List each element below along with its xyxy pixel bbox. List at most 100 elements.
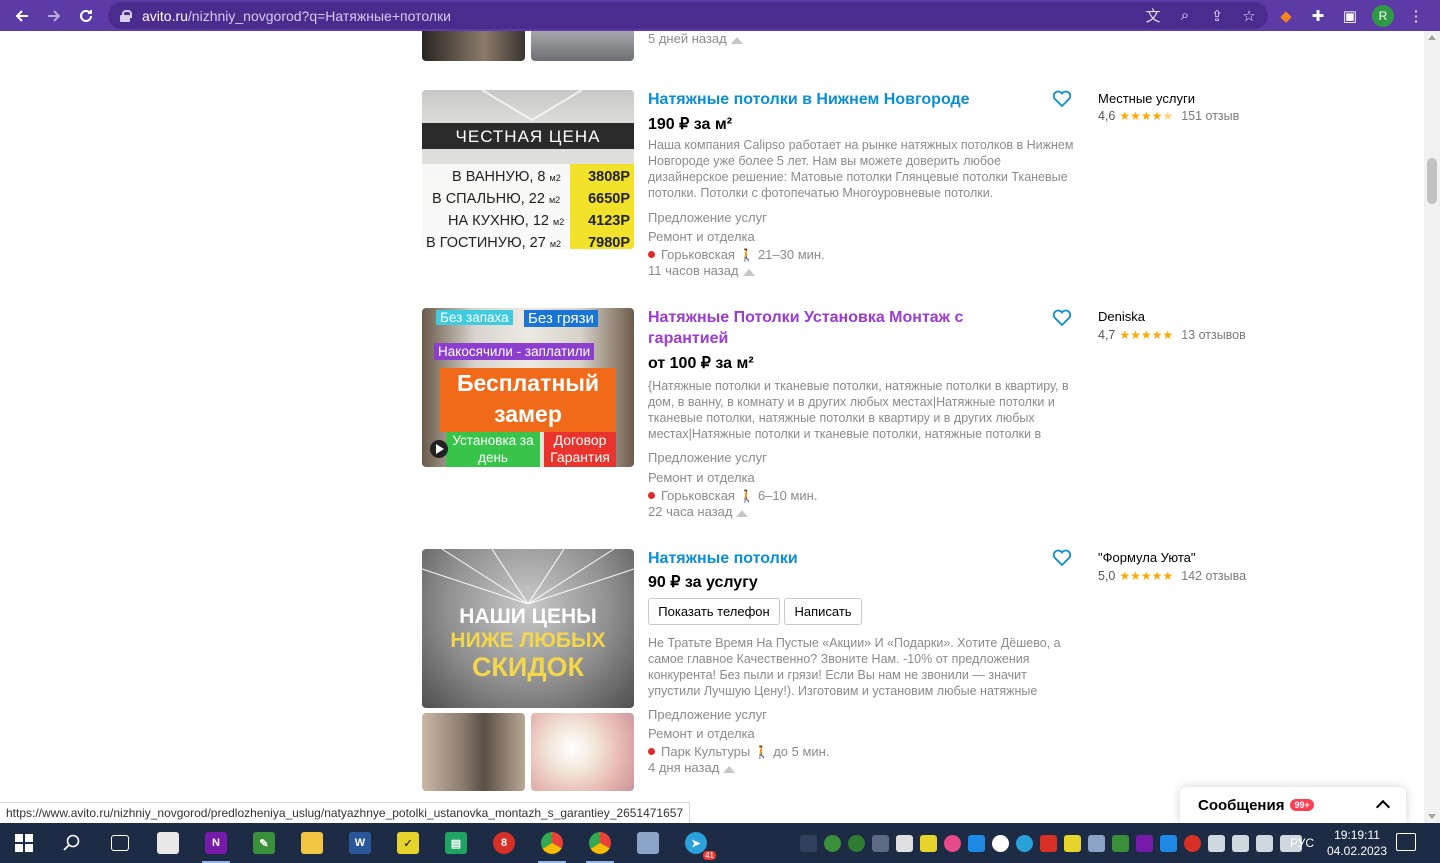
taskbar-app[interactable] [576, 823, 624, 863]
spreadsheet-editor-icon: ✎ [253, 832, 275, 854]
seller-name[interactable]: Deniska [1098, 309, 1145, 324]
favorite-heart-icon[interactable] [1052, 549, 1072, 567]
listing-image[interactable]: ЧЕСТНАЯ ЦЕНА В ВАННУЮ, 8 м2 3808Р В СПАЛЬ… [422, 90, 634, 249]
side-panel-icon[interactable]: ▣ [1340, 7, 1360, 25]
network-tray-icon[interactable] [1112, 834, 1129, 852]
profile-avatar[interactable]: R [1372, 4, 1394, 27]
review-count[interactable]: 142 отзыва [1181, 569, 1246, 583]
telegram-badge: 41 [703, 851, 716, 860]
write-message-button[interactable]: Написать [784, 598, 862, 625]
seller-name[interactable]: Местные услуги [1098, 91, 1195, 106]
wifi-tray-icon[interactable] [1232, 834, 1249, 852]
status-link-preview: https://www.avito.ru/nizhniy_novgorod/pr… [0, 802, 691, 823]
taskbar-app[interactable] [144, 823, 192, 863]
taskbar-app[interactable]: W [336, 823, 384, 863]
start-button[interactable] [0, 823, 48, 863]
row-price: 4123Р [588, 213, 630, 229]
page-content: 5 дней назад ЧЕСТНАЯ ЦЕНА В ВАННУЮ, 8 м2… [0, 31, 1424, 823]
notifications-icon[interactable] [1396, 833, 1416, 851]
scroll-down-arrow-icon[interactable] [1428, 814, 1436, 819]
app-tray-icon[interactable] [992, 834, 1009, 852]
listing-title-link[interactable]: Натяжные Потолки Установка Монтаж с гара… [648, 307, 998, 349]
task-view-button[interactable] [96, 823, 144, 863]
extensions-puzzle-icon[interactable]: ✚ [1308, 7, 1328, 25]
rating-stars-icon: ★★★★★ [1119, 109, 1174, 123]
video-play-icon[interactable] [430, 440, 448, 458]
lock-icon [120, 9, 132, 22]
listing-photo[interactable] [531, 713, 634, 791]
zoom-icon[interactable]: ⌕ [1176, 7, 1194, 24]
shield-tray-icon[interactable] [848, 834, 865, 852]
listing-photo[interactable] [422, 31, 525, 61]
search-button[interactable] [48, 823, 96, 863]
reload-button[interactable] [70, 0, 102, 31]
image-price-row: НА КУХНЮ, 12 м2 4123Р [426, 210, 630, 232]
raise-arrow-icon [723, 766, 736, 773]
listing-image[interactable]: Без запаха Без грязи Накосячили - заплат… [422, 308, 634, 467]
telegram-tray-icon[interactable] [800, 834, 817, 852]
bookmark-star-icon[interactable]: ☆ [1240, 7, 1258, 25]
address-bar[interactable]: avito.ru/nizhniy_novgorod?q=Натяжные+пот… [108, 2, 1268, 29]
seller-name[interactable]: "Формула Уюта" [1098, 550, 1195, 565]
listing-title-link[interactable]: Натяжные потолки в Нижнем Новгороде [648, 89, 998, 110]
taskbar-app[interactable]: N [192, 823, 240, 863]
listing-image[interactable]: НАШИ ЦЕНЫ НИЖЕ ЛЮБЫХ СКИДОК [422, 549, 634, 708]
row-label: В СПАЛЬНЮ, 22 [432, 191, 545, 207]
page-scrollbar[interactable] [1424, 31, 1440, 823]
app-tray-icon[interactable] [944, 834, 961, 852]
favorite-heart-icon[interactable] [1052, 90, 1072, 108]
clock[interactable]: 19:19:11 04.02.2023 [1326, 827, 1388, 859]
app-tray-icon[interactable] [1088, 834, 1105, 852]
review-count[interactable]: 13 отзывов [1181, 328, 1246, 342]
input-language[interactable]: РУС [1290, 823, 1314, 863]
listing-subcategory: Ремонт и отделка [648, 229, 755, 244]
taskbar-app[interactable]: 8 [480, 823, 528, 863]
listing-location: Горьковская 🚶 21–30 мин. [648, 247, 825, 262]
chevron-up-icon[interactable] [1375, 799, 1391, 815]
onenote-tray-icon[interactable] [1136, 834, 1153, 852]
taskbar-app[interactable]: ✎ [240, 823, 288, 863]
app-tray-icon[interactable] [1160, 834, 1177, 852]
battery-tray-icon[interactable] [1208, 834, 1225, 852]
menu-dots-icon[interactable]: ⋮ [1406, 7, 1426, 25]
favorite-heart-icon[interactable] [1052, 309, 1072, 327]
taskbar-app[interactable] [624, 823, 672, 863]
image-slogan-line: СКИДОК [471, 652, 585, 682]
row-label: В ГОСТИНУЮ, 27 [426, 235, 546, 249]
taskbar-app[interactable]: ▤ [432, 823, 480, 863]
listing-location: Горьковская 🚶 6–10 мин. [648, 488, 817, 503]
row-unit: м2 [549, 239, 562, 249]
taskbar-app[interactable]: ➤ 41 [672, 823, 720, 863]
row-label: В ВАННУЮ, 8 [452, 169, 546, 185]
messages-widget[interactable]: Сообщения 99+ [1180, 787, 1406, 823]
review-count[interactable]: 151 отзыв [1181, 109, 1239, 123]
taskbar-app[interactable] [288, 823, 336, 863]
metamask-extension-icon[interactable]: ◆ [1276, 7, 1296, 25]
share-icon[interactable]: ⇪ [1208, 7, 1226, 25]
notes-tray-icon[interactable] [1064, 834, 1081, 852]
listing-title-link[interactable]: Натяжные потолки [648, 548, 998, 569]
notes-tray-icon[interactable] [920, 834, 937, 852]
listing-location: Парк Культуры 🚶 до 5 мин. [648, 744, 829, 759]
chrome-profile-icon [589, 832, 611, 854]
scroll-up-arrow-icon[interactable] [1428, 35, 1436, 40]
volume-tray-icon[interactable] [1256, 834, 1273, 852]
taskbar-app[interactable] [528, 823, 576, 863]
taskbar-app[interactable]: ✓ [384, 823, 432, 863]
app-tray-icon[interactable] [1040, 834, 1057, 852]
listing-subcategory: Ремонт и отделка [648, 726, 755, 741]
back-button[interactable] [6, 0, 38, 31]
chrome-tray-icon[interactable] [824, 834, 841, 852]
listing-photo[interactable] [422, 713, 525, 791]
listing-description: Не Тратьте Время На Пустые «Акции» И «По… [648, 636, 1061, 698]
monitor-tray-icon[interactable] [872, 834, 889, 852]
show-phone-button[interactable]: Показать телефон [648, 598, 780, 625]
translate-icon[interactable]: 文 [1144, 5, 1162, 26]
scroll-thumb[interactable] [1427, 158, 1437, 204]
forward-button[interactable] [38, 0, 70, 31]
app-tray-icon[interactable] [1016, 834, 1033, 852]
app-tray-icon[interactable] [1184, 834, 1201, 852]
document-tray-icon[interactable] [896, 834, 913, 852]
listing-photo[interactable] [531, 31, 634, 61]
snip-tray-icon[interactable] [968, 834, 985, 852]
